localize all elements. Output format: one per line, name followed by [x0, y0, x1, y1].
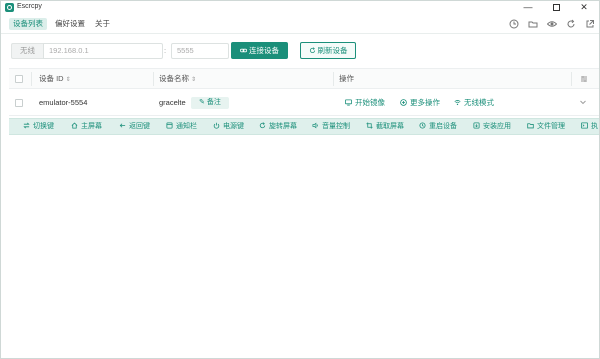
column-device-name[interactable]: 设备名称 ⇕	[155, 69, 196, 90]
top-navigation: 设备列表 偏好设置 关于	[1, 14, 599, 34]
close-button[interactable]: ✕	[573, 1, 595, 14]
minimize-button[interactable]: —	[517, 1, 539, 14]
crop-icon	[366, 122, 373, 129]
device-id-cell: emulator-5554	[39, 98, 88, 107]
sort-icon[interactable]: ⇕	[66, 77, 71, 83]
title-bar: Escrcpy — ✕	[1, 1, 599, 14]
restart-device-button[interactable]: 重启设备	[419, 119, 457, 134]
install-icon	[473, 122, 480, 129]
row-checkbox[interactable]	[15, 99, 23, 107]
back-key-button[interactable]: 返回键	[119, 119, 150, 134]
terminal-button[interactable]: 执	[581, 119, 598, 134]
wireless-tag: 无线	[11, 43, 43, 59]
restart-icon	[419, 122, 426, 129]
refresh-icon[interactable]	[566, 19, 576, 29]
connect-device-label: 连接设备	[249, 46, 279, 55]
device-name-cell: gracelte	[159, 98, 186, 107]
column-actions: 操作	[339, 74, 354, 83]
rotate-icon	[259, 122, 266, 129]
maximize-button[interactable]	[545, 1, 567, 14]
tab-about[interactable]: 关于	[91, 18, 114, 30]
switch-key-button[interactable]: 切换键	[23, 119, 54, 134]
notification-icon	[166, 122, 173, 129]
rotate-screen-button[interactable]: 旋转屏幕	[259, 119, 297, 134]
file-manager-button[interactable]: 文件管理	[527, 119, 565, 134]
connection-row: 无线 192.168.0.1 : 5555 连接设备 刷新设备	[1, 41, 599, 61]
select-all-checkbox[interactable]	[15, 75, 23, 83]
connect-device-button[interactable]: 连接设备	[231, 42, 288, 59]
more-actions-button[interactable]: 更多操作	[400, 90, 440, 116]
column-settings-icon[interactable]	[580, 75, 588, 83]
plus-circle-icon	[400, 99, 407, 106]
power-icon	[213, 122, 220, 129]
monitor-icon	[345, 99, 352, 106]
table-row: emulator-5554 gracelte ✎ 备注 开始镜像 更多操作 无线…	[9, 90, 599, 116]
home-icon	[71, 122, 78, 129]
refresh-icon	[309, 47, 316, 54]
file-icon	[527, 122, 534, 129]
home-screen-button[interactable]: 主屏幕	[71, 119, 102, 134]
wifi-icon	[454, 99, 461, 106]
eye-icon[interactable]	[547, 19, 557, 29]
screenshot-button[interactable]: 截取屏幕	[366, 119, 404, 134]
back-icon	[119, 122, 126, 129]
column-device-id[interactable]: 设备 ID ⇕	[35, 69, 71, 90]
external-link-icon[interactable]	[585, 19, 595, 29]
edit-icon: ✎	[199, 99, 207, 106]
device-control-bar: 切换键 主屏幕 返回键 通知栏 电源键 旋转屏幕 音量控制 截取屏幕 重启设备 …	[9, 118, 599, 135]
port-separator: :	[164, 46, 167, 55]
maximize-icon	[552, 4, 560, 11]
table-header: 设备 ID ⇕ 设备名称 ⇕ 操作	[9, 68, 599, 89]
refresh-devices-button[interactable]: 刷新设备	[300, 42, 356, 59]
volume-control-button[interactable]: 音量控制	[312, 119, 350, 134]
start-mirror-button[interactable]: 开始镜像	[345, 90, 385, 116]
terminal-icon	[581, 122, 588, 129]
link-icon	[240, 47, 247, 54]
tab-preferences[interactable]: 偏好设置	[51, 18, 89, 30]
switch-icon	[23, 122, 30, 129]
refresh-devices-label: 刷新设备	[317, 46, 348, 55]
chevron-down-icon[interactable]	[579, 98, 587, 106]
power-key-button[interactable]: 电源键	[213, 119, 244, 134]
folder-icon[interactable]	[528, 19, 538, 29]
app-title: Escrcpy	[17, 3, 42, 10]
app-logo-icon	[5, 3, 14, 12]
clock-icon[interactable]	[509, 19, 519, 29]
remark-button[interactable]: ✎ 备注	[191, 97, 229, 109]
ip-address-input[interactable]: 192.168.0.1	[43, 43, 163, 59]
tab-device-list[interactable]: 设备列表	[9, 18, 47, 30]
app-window: Escrcpy — ✕ 设备列表 偏好设置 关于 无线 192.168.0.1 …	[0, 0, 600, 359]
notification-bar-button[interactable]: 通知栏	[166, 119, 197, 134]
port-input[interactable]: 5555	[171, 43, 229, 59]
sort-icon[interactable]: ⇕	[191, 77, 196, 83]
volume-icon	[312, 122, 319, 129]
install-app-button[interactable]: 安装应用	[473, 119, 511, 134]
wireless-mode-button[interactable]: 无线模式	[454, 90, 494, 116]
